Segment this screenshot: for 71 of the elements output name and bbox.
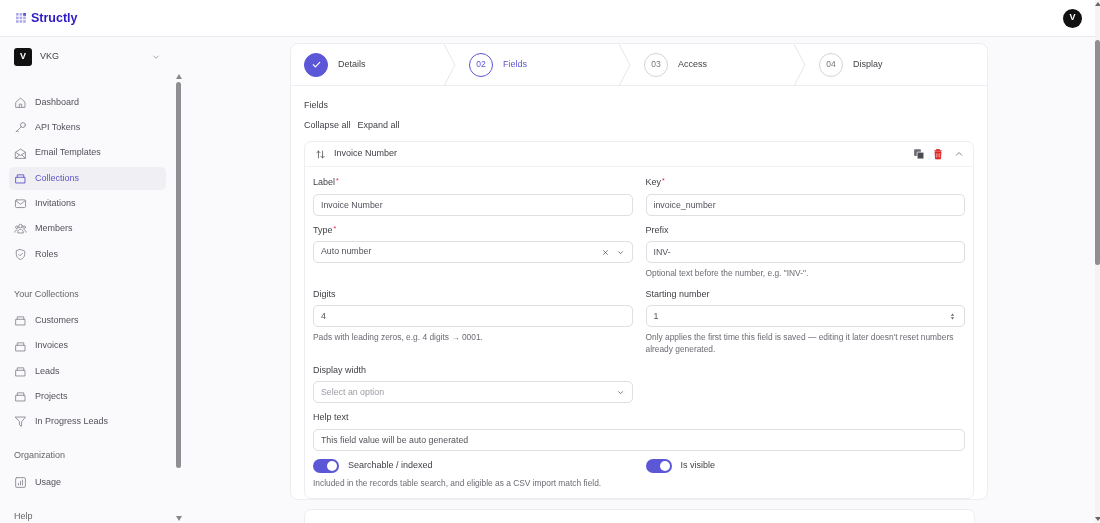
input-field[interactable]: invoice_number <box>645 193 965 216</box>
envelope-icon <box>14 197 27 211</box>
funnel-icon <box>14 415 27 429</box>
toggle-switch[interactable] <box>313 458 339 473</box>
sidebar-item[interactable]: Dashboard <box>9 91 166 114</box>
field-label: Starting number <box>645 287 711 301</box>
wizard-step[interactable]: 04 Display <box>806 44 987 85</box>
spinner-arrows-icon[interactable] <box>948 310 957 322</box>
home-icon <box>14 96 27 109</box>
sidebar-item[interactable]: Invoices <box>9 334 166 358</box>
trash-icon <box>932 148 944 160</box>
field-title: Invoice Number <box>334 147 398 161</box>
sidebar-item[interactable]: Members <box>9 217 166 241</box>
field-label: Display width <box>313 363 368 377</box>
sidebar-item[interactable]: Customers <box>9 309 166 333</box>
chart-icon <box>14 475 27 489</box>
sidebar-item[interactable]: Invitations <box>9 192 166 216</box>
section-heading: Help <box>13 509 34 523</box>
help-text: Optional text before the number, e.g. "INV-". <box>645 268 810 280</box>
input-field[interactable]: Invoice Number <box>313 193 633 216</box>
field-label: Prefix <box>645 223 670 237</box>
sidebar-item[interactable]: Usage <box>9 470 166 494</box>
people-icon <box>14 222 27 236</box>
workspace-avatar: V <box>14 48 32 66</box>
field-label: Help text <box>313 411 350 425</box>
wizard-step[interactable]: Details <box>291 44 456 85</box>
workspace-switcher[interactable]: V VKG <box>9 47 166 67</box>
sidebar-item[interactable]: Projects <box>9 385 166 409</box>
sidebar-item[interactable]: In Progress Leads <box>9 410 166 434</box>
sidebar-item[interactable]: API Tokens <box>9 116 166 140</box>
sort-arrows-icon[interactable] <box>315 148 326 160</box>
copy-button[interactable] <box>913 148 925 160</box>
toggle-label: Searchable / indexed <box>348 459 433 473</box>
expand-all-link[interactable]: Expand all <box>357 118 400 132</box>
input-field[interactable]: INV- <box>645 241 965 263</box>
section-title: Fields <box>304 99 329 112</box>
toggle-label: Is visible <box>680 459 715 473</box>
wizard-step[interactable]: 02 Fields <box>456 44 631 85</box>
section-heading: Organization <box>13 449 67 463</box>
help-text: Only applies the first time this field is saved — editing it later doesn't reset numbers already generated. <box>645 332 955 356</box>
number-field[interactable]: 1 <box>645 305 965 328</box>
logo-icon <box>16 13 26 23</box>
collapse-all-link[interactable]: Collapse all <box>304 118 351 132</box>
delete-button[interactable] <box>932 148 944 160</box>
tray-icon <box>14 364 27 378</box>
input-field[interactable]: 4 <box>313 305 633 328</box>
wizard-step[interactable]: 03 Access <box>631 44 806 85</box>
copy-icon <box>913 148 925 160</box>
sidebar-item[interactable]: Leads <box>9 359 166 383</box>
section-heading: Your Collections <box>13 287 80 301</box>
tray-icon <box>14 171 27 185</box>
tray-icon <box>14 390 27 404</box>
workspace-name: VKG <box>40 50 59 64</box>
app-logo[interactable]: Structly <box>31 8 78 28</box>
sidebar-item[interactable]: Roles <box>9 242 166 266</box>
help-text: Included in the records table search, and eligible as a CSV import match field. <box>313 477 603 490</box>
key-icon <box>14 121 27 135</box>
select-field[interactable]: Auto number <box>313 241 633 263</box>
help-text: Pads with leading zeros, e.g. 4 digits → 0001. <box>313 332 484 345</box>
sidebar-item[interactable]: Collections <box>9 166 166 190</box>
toggle-switch[interactable] <box>645 458 672 473</box>
open-envelope-icon <box>14 146 27 160</box>
tray-icon <box>14 314 27 328</box>
field-label: Digits <box>313 287 337 301</box>
shield-icon <box>14 247 27 261</box>
tray-icon <box>14 339 27 353</box>
input-field[interactable]: This field value will be auto generated <box>313 428 965 451</box>
clear-icon[interactable] <box>600 247 610 257</box>
user-avatar[interactable]: V <box>1063 8 1082 28</box>
sidebar-item[interactable]: Email Templates <box>9 141 166 165</box>
scrollbar[interactable] <box>1095 0 1100 523</box>
